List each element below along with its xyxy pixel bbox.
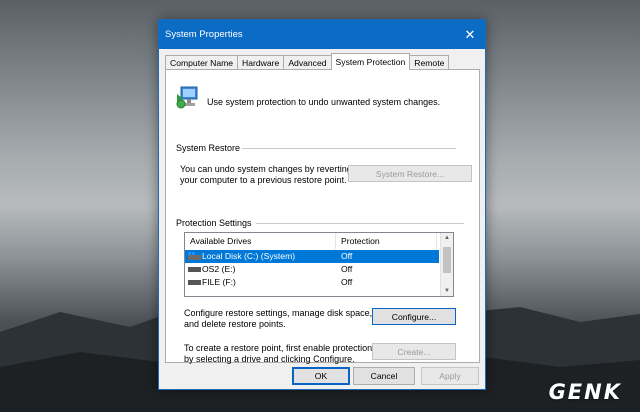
system-properties-dialog: System Properties ✕ Computer Name Hardwa… [158,19,486,390]
scroll-down-icon[interactable]: ▼ [441,286,453,296]
tab-computer-name[interactable]: Computer Name [165,55,239,70]
ok-button[interactable]: OK [292,367,350,385]
drive-row[interactable]: OS2 (E:) Off [185,263,439,276]
system-restore-description: You can undo system changes by reverting… [180,164,352,185]
tab-system-protection[interactable]: System Protection [330,53,411,70]
system-restore-button[interactable]: System Restore... [348,165,472,182]
title-bar: System Properties ✕ [159,20,485,49]
column-header-available-drives[interactable]: Available Drives [190,233,336,249]
tab-remote[interactable]: Remote [409,55,450,70]
tab-hardware[interactable]: Hardware [237,55,285,70]
system-protection-panel: Use system protection to undo unwanted s… [165,69,480,364]
system-drive-icon [188,252,201,260]
divider [242,148,456,149]
genk-watermark: GENK [548,380,622,404]
configure-description: Configure restore settings, manage disk … [184,308,373,329]
drive-icon [188,267,201,272]
scroll-up-icon[interactable]: ▲ [441,233,453,243]
window-title: System Properties [165,29,243,40]
create-button[interactable]: Create... [372,343,456,360]
system-protection-icon [176,86,198,109]
drive-row[interactable]: FILE (F:) Off [185,276,439,289]
vertical-scrollbar[interactable]: ▲ ▼ [440,233,453,296]
column-header-protection[interactable]: Protection [341,233,437,249]
drives-list[interactable]: Available Drives Protection Local Disk (… [184,232,454,297]
protection-settings-group-label: Protection Settings [176,218,252,228]
create-description: To create a restore point, first enable … [184,343,373,364]
cancel-button[interactable]: Cancel [353,367,415,385]
intro-text: Use system protection to undo unwanted s… [207,97,441,107]
tab-strip: Computer Name Hardware Advanced System P… [165,53,450,70]
drive-icon [188,280,201,285]
drive-row[interactable]: Local Disk (C:) (System) Off [185,250,439,263]
apply-button[interactable]: Apply [421,367,479,385]
tab-advanced[interactable]: Advanced [283,55,332,70]
divider [256,223,464,224]
configure-button[interactable]: Configure... [372,308,456,325]
system-restore-group-label: System Restore [176,143,241,153]
scrollbar-thumb[interactable] [443,247,451,273]
close-icon[interactable]: ✕ [455,20,485,49]
